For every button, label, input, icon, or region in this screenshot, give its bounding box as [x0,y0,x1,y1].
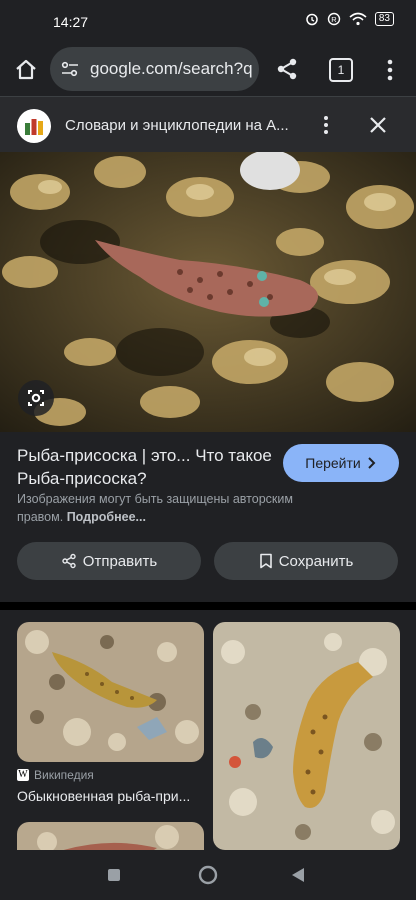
share-label: Отправить [82,552,158,570]
tab-switcher-button[interactable]: 1 [329,58,353,82]
svg-text:R: R [331,15,337,24]
save-label: Сохранить [278,552,354,570]
related-image-3[interactable] [17,822,204,850]
related-image-1[interactable] [17,622,204,762]
site-logo-icon [17,109,51,143]
registered-icon: R [327,12,341,26]
lens-button[interactable] [18,380,54,416]
visit-button-label: Перейти [305,455,361,471]
browser-toolbar: google.com/search?q 1 [0,44,416,96]
system-nav-bar [0,850,416,900]
status-time: 14:27 [53,14,89,30]
result-title[interactable]: Рыба-присоска | это... Что такое Рыба-пр… [17,444,272,490]
home-icon[interactable] [12,56,40,84]
status-bar: 14:27 R 83 [0,0,416,44]
source-name: Википедия [34,768,94,782]
copyright-notice: Изображения могут быть защищены авторски… [17,490,337,526]
related-image-2[interactable] [213,622,400,850]
status-icons: R 83 [305,12,394,26]
section-divider [0,602,416,610]
home-nav-icon[interactable] [198,865,218,885]
battery-icon: 83 [374,12,394,26]
main-image[interactable] [0,152,416,432]
chevron-right-icon [368,457,376,469]
save-button[interactable]: Сохранить [214,542,398,580]
wikipedia-icon: W [17,769,29,781]
close-icon[interactable] [366,113,390,137]
share-button[interactable]: Отправить [17,542,201,580]
google-lens-icon [28,390,44,406]
recents-icon[interactable] [107,868,121,882]
bookmark-icon [259,553,272,569]
wifi-icon [349,12,367,26]
related-images: W Википедия Обыкновенная рыба-при... [0,610,416,850]
copyright-text: Изображения могут быть защищены авторски… [17,492,293,524]
result-info: Рыба-присоска | это... Что такое Рыба-пр… [0,432,416,602]
visit-button[interactable]: Перейти [283,444,399,482]
share-icon[interactable] [274,56,300,82]
url-text: google.com/search?q [90,59,253,78]
back-icon[interactable] [291,867,305,883]
address-bar[interactable]: google.com/search?q [50,47,259,91]
panel-title: Словари и энциклопедии на А... [65,117,289,134]
panel-more-icon[interactable] [318,113,334,137]
more-link[interactable]: Подробнее... [67,510,146,524]
share-icon [62,553,76,569]
related-source: W Википедия [17,768,94,782]
image-panel-header: Словари и энциклопедии на А... [0,96,416,153]
site-settings-icon[interactable] [58,57,82,81]
more-menu-icon[interactable] [381,56,399,84]
related-title[interactable]: Обыкновенная рыба-при... [17,788,204,804]
alarm-icon [306,13,318,26]
